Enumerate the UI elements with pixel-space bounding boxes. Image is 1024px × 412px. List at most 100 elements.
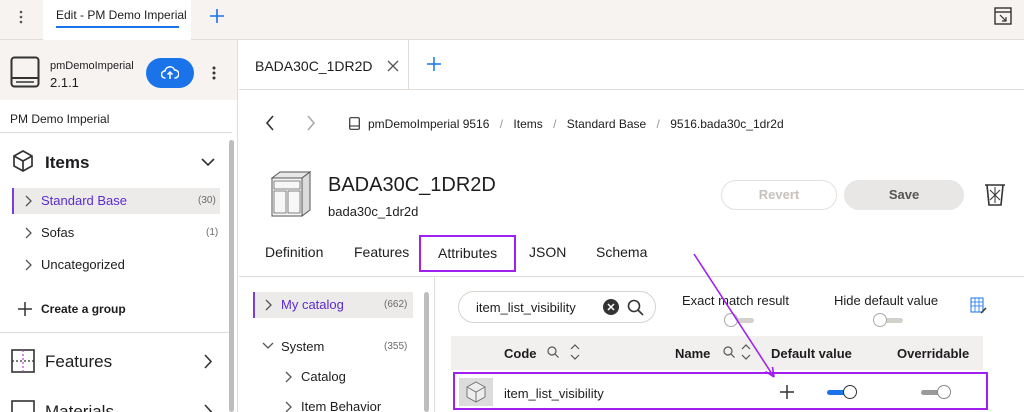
create-group-button[interactable]: Create a group xyxy=(12,298,220,320)
tree-item-system[interactable]: System (355) xyxy=(253,335,413,359)
back-arrow-icon[interactable] xyxy=(265,115,275,131)
more-vertical-icon[interactable] xyxy=(19,10,23,24)
plus-icon xyxy=(18,302,32,316)
exact-match-label: Exact match result xyxy=(682,293,789,308)
group-item-uncategorized[interactable]: Uncategorized xyxy=(12,252,220,278)
search-icon[interactable] xyxy=(723,346,735,358)
tab-attributes[interactable]: Attributes xyxy=(419,235,516,272)
default-value-header: Default value xyxy=(771,346,852,361)
tree-scrollbar[interactable] xyxy=(424,292,429,412)
items-section-header[interactable]: Items xyxy=(0,144,232,182)
tab-json[interactable]: JSON xyxy=(529,244,566,260)
window-icon[interactable] xyxy=(994,7,1012,25)
group-count: (1) xyxy=(206,227,219,238)
breadcrumb-item[interactable]: 9516.bada30c_1dr2d xyxy=(670,117,783,131)
chevron-down-icon xyxy=(262,342,274,350)
tree-item-my-catalog[interactable]: My catalog (662) xyxy=(253,292,413,318)
search-icon[interactable] xyxy=(547,346,559,358)
trash-icon[interactable] xyxy=(983,181,1007,207)
exact-match-toggle[interactable] xyxy=(724,312,758,328)
search-icon[interactable] xyxy=(627,299,644,316)
group-label: Uncategorized xyxy=(41,257,125,272)
chevron-right-icon xyxy=(285,371,292,383)
chevron-right-icon xyxy=(25,227,32,239)
cabinet-thumbnail-icon xyxy=(270,170,312,218)
items-heading: Items xyxy=(45,153,90,172)
item-subtitle: bada30c_1dr2d xyxy=(328,204,419,219)
tree-item-label: Catalog xyxy=(301,369,346,384)
publish-button[interactable] xyxy=(146,58,194,88)
chevron-right-icon[interactable] xyxy=(204,404,213,412)
project-name: pmDemoImperial xyxy=(50,60,134,72)
close-icon[interactable] xyxy=(387,60,399,72)
search-input-value: item_list_visibility xyxy=(476,300,576,315)
group-count: (30) xyxy=(198,195,216,206)
tree-item-label: System xyxy=(281,339,325,354)
overridable-header: Overridable xyxy=(897,346,970,361)
tree-item-label: Item Behavior xyxy=(301,399,382,412)
chevron-right-icon xyxy=(25,195,32,207)
sidebar: pmDemoImperial 2.1.1 PM Demo Imperial It… xyxy=(0,40,238,412)
tab-definition[interactable]: Definition xyxy=(265,244,323,260)
plus-icon[interactable] xyxy=(780,385,794,399)
cube-icon xyxy=(465,381,487,403)
tree-item-item-behavior[interactable]: Item Behavior xyxy=(279,395,413,412)
features-section-header[interactable]: Features xyxy=(0,344,232,380)
tree-item-count: (355) xyxy=(384,341,408,352)
toggle-knob xyxy=(843,385,857,399)
toggle-knob xyxy=(873,313,887,327)
tab-edit-label: Edit - PM Demo Imperial xyxy=(56,8,187,22)
cube-icon xyxy=(11,149,35,173)
tab-attributes-label: Attributes xyxy=(438,245,498,261)
tab-schema[interactable]: Schema xyxy=(596,244,647,260)
divider xyxy=(0,132,232,133)
tree-item-count: (662) xyxy=(384,299,408,310)
breadcrumb-separator: / xyxy=(656,117,660,131)
tab-item-label: BADA30C_1DR2D xyxy=(255,58,373,74)
chevron-down-icon[interactable] xyxy=(201,158,215,167)
revert-button[interactable]: Revert xyxy=(721,180,837,210)
overridable-toggle[interactable] xyxy=(921,384,955,400)
attribute-search-input[interactable]: item_list_visibility xyxy=(458,291,656,323)
chevron-right-icon[interactable] xyxy=(204,354,213,369)
hide-default-toggle[interactable] xyxy=(873,312,907,328)
save-button[interactable]: Save xyxy=(844,180,964,210)
breadcrumb-item[interactable]: Items xyxy=(513,117,542,131)
name-header: Name xyxy=(675,346,711,361)
clear-search-icon[interactable] xyxy=(603,299,619,315)
breadcrumb-item[interactable]: Standard Base xyxy=(567,117,646,131)
group-item-standard-base[interactable]: Standard Base (30) xyxy=(12,188,220,214)
add-tab-icon[interactable] xyxy=(426,56,442,72)
column-settings-icon[interactable] xyxy=(970,297,988,315)
tab-features[interactable]: Features xyxy=(354,244,409,260)
divider xyxy=(0,332,232,333)
project-title: PM Demo Imperial xyxy=(10,112,110,126)
add-tab-icon[interactable] xyxy=(208,7,226,25)
breadcrumb-separator: / xyxy=(499,117,504,131)
chevron-right-icon xyxy=(25,259,32,271)
tab-item[interactable]: BADA30C_1DR2D xyxy=(239,40,409,90)
breadcrumb: pmDemoImperial 9516 / Items / Standard B… xyxy=(368,117,784,131)
breadcrumb-item[interactable]: pmDemoImperial 9516 xyxy=(368,117,489,131)
chevron-right-icon xyxy=(265,299,272,311)
toggle-knob xyxy=(937,385,951,399)
code-header: Code xyxy=(504,346,537,361)
sort-icon[interactable] xyxy=(740,342,752,362)
materials-section-header[interactable]: Materials xyxy=(0,388,232,412)
tree-item-label: My catalog xyxy=(281,297,344,312)
materials-icon xyxy=(11,400,35,412)
features-grid-icon xyxy=(11,349,35,373)
sidebar-scrollbar[interactable] xyxy=(229,140,234,412)
default-value-toggle[interactable] xyxy=(827,384,861,400)
chevron-right-icon xyxy=(285,401,292,412)
forward-arrow-icon[interactable] xyxy=(306,115,316,131)
table-row[interactable]: item_list_visibility xyxy=(453,372,988,410)
editor-tab-bar: BADA30C_1DR2D xyxy=(239,40,1024,90)
tab-edit[interactable]: Edit - PM Demo Imperial xyxy=(43,0,191,40)
tree-item-catalog[interactable]: Catalog xyxy=(279,365,413,389)
cloud-upload-icon xyxy=(161,65,179,81)
breadcrumb-separator: / xyxy=(553,117,557,131)
sort-icon[interactable] xyxy=(569,342,581,362)
project-menu-icon[interactable] xyxy=(212,66,216,80)
group-item-sofas[interactable]: Sofas (1) xyxy=(12,220,220,246)
